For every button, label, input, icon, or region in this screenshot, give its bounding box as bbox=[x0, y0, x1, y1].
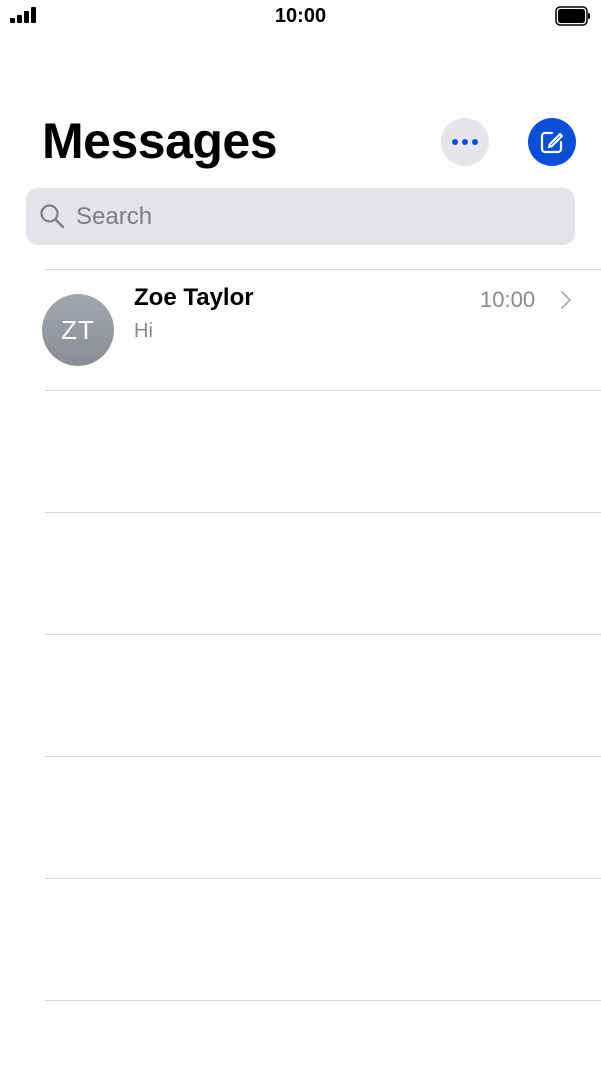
battery-icon bbox=[555, 6, 590, 26]
search-input[interactable] bbox=[74, 198, 558, 236]
divider bbox=[45, 634, 601, 635]
avatar: ZT bbox=[42, 294, 114, 366]
message-preview: Hi bbox=[134, 320, 153, 342]
search-bar[interactable] bbox=[26, 188, 575, 245]
divider bbox=[45, 390, 601, 391]
divider bbox=[45, 1000, 601, 1001]
message-time: 10:00 bbox=[480, 287, 536, 312]
header: Messages bbox=[0, 100, 601, 180]
more-options-button[interactable] bbox=[441, 118, 489, 166]
compose-icon bbox=[540, 131, 563, 154]
divider bbox=[45, 878, 601, 879]
search-icon bbox=[40, 204, 65, 229]
ellipsis-icon bbox=[452, 139, 478, 145]
conversation-row[interactable]: ZT Zoe Taylor Hi 10:00 bbox=[0, 270, 601, 390]
compose-button[interactable] bbox=[528, 118, 576, 166]
divider bbox=[45, 756, 601, 757]
status-bar: 10:00 bbox=[0, 0, 601, 34]
divider bbox=[45, 512, 601, 513]
page-title: Messages bbox=[42, 113, 278, 169]
status-time: 10:00 bbox=[274, 5, 327, 27]
chevron-right-icon bbox=[561, 291, 571, 309]
contact-name: Zoe Taylor bbox=[134, 284, 254, 311]
